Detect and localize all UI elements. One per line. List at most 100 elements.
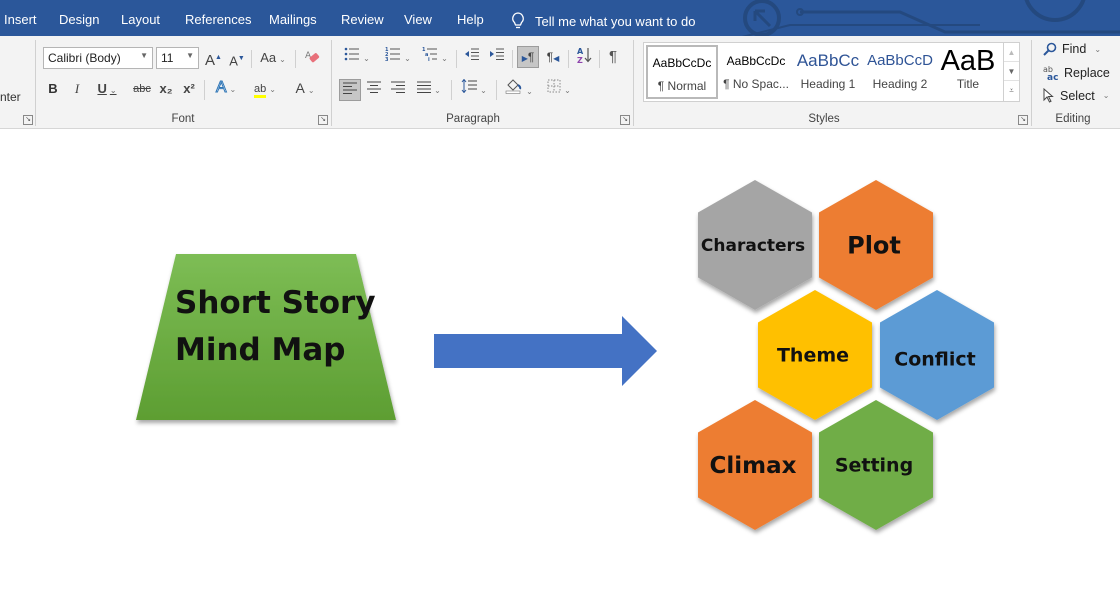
multilevel-list-icon: 1ai <box>422 47 438 63</box>
superscript-button[interactable]: x² <box>180 79 198 101</box>
svg-text:i: i <box>428 57 430 61</box>
show-hide-formatting-button[interactable]: ¶ <box>605 47 621 69</box>
hexagon-characters[interactable]: Characters <box>698 180 812 310</box>
hexagon-conflict[interactable]: Conflict <box>880 290 994 420</box>
style-normal[interactable]: AaBbCcDc ¶ Normal <box>646 45 718 99</box>
font-name-value: Calibri (Body) <box>48 51 121 65</box>
shrink-font-button[interactable]: A▼ <box>229 49 245 71</box>
justify-icon <box>417 81 432 93</box>
divider <box>295 50 296 68</box>
tab-references[interactable]: References <box>185 12 251 27</box>
strikethrough-button[interactable]: abc <box>131 79 153 101</box>
divider <box>251 50 252 68</box>
style-heading-2[interactable]: AaBbCcD Heading 2 <box>864 45 936 99</box>
divider <box>599 50 600 68</box>
style-no-spacing[interactable]: AaBbCcDc ¶ No Spac... <box>720 45 792 99</box>
tab-help[interactable]: Help <box>457 12 484 27</box>
more-styles-icon[interactable]: ⩡ <box>1004 81 1019 100</box>
multilevel-list-button[interactable]: 1 a i ⌄ <box>419 47 451 69</box>
bullets-button[interactable]: ⌄ <box>341 47 373 69</box>
background-circuit-decoration <box>741 0 1120 36</box>
ribbon-tab-bar: Insert Design Layout References Mailings… <box>0 0 1120 36</box>
style-heading-1[interactable]: AaBbCc Heading 1 <box>792 45 864 99</box>
hexagon-label: Plot <box>847 231 901 259</box>
font-group-label: Font <box>171 113 195 125</box>
underline-button[interactable]: U ⌄ <box>93 79 121 101</box>
highlighter-icon: ab <box>254 83 267 98</box>
align-left-button[interactable] <box>339 79 361 101</box>
tab-design[interactable]: Design <box>59 12 99 27</box>
style-name: ¶ Normal <box>657 79 707 93</box>
divider <box>456 50 457 68</box>
align-right-button[interactable] <box>389 79 407 101</box>
tab-insert[interactable]: Insert <box>4 12 37 27</box>
shading-button[interactable]: ⌄ <box>502 78 536 100</box>
clipboard-dialog-launcher-icon[interactable]: ↘ <box>23 115 33 125</box>
smartart-drawing: Short Story Mind Map Characters Plot Theme… <box>136 180 994 530</box>
highlight-color-button[interactable]: ab ⌄ <box>249 78 281 100</box>
text-effects-button[interactable]: A ⌄ <box>211 78 241 100</box>
hexagon-plot[interactable]: Plot <box>819 180 933 310</box>
numbered-list-icon: 123 <box>385 47 401 63</box>
document-canvas[interactable]: Short Story Mind Map Characters Plot Theme… <box>0 130 1120 594</box>
hexagon-climax[interactable]: Climax <box>698 400 812 530</box>
find-button[interactable]: Find ⌄ <box>1043 42 1101 56</box>
style-preview: AaBbCcDc <box>652 56 712 70</box>
chevron-down-icon: ▼ <box>186 51 194 60</box>
font-name-combobox[interactable]: Calibri (Body) ▼ <box>43 47 153 69</box>
italic-button[interactable]: I <box>69 79 85 101</box>
decrease-indent-button[interactable] <box>462 47 482 69</box>
sort-az-icon: AZ <box>577 47 592 65</box>
subscript-button[interactable]: x₂ <box>157 79 175 101</box>
change-case-button[interactable]: Aa ⌄ <box>257 48 289 70</box>
bold-button[interactable]: B <box>45 79 61 101</box>
sort-button[interactable]: AZ <box>574 46 594 68</box>
paragraph-dialog-launcher-icon[interactable]: ↘ <box>620 115 630 125</box>
magnifier-icon <box>1043 42 1057 56</box>
font-size-combobox[interactable]: 11 ▼ <box>156 47 199 69</box>
hexagon-label: Conflict <box>894 349 975 371</box>
numbering-button[interactable]: 1 2 3 ⌄ <box>382 47 414 69</box>
hexagon-theme[interactable]: Theme <box>758 290 872 420</box>
style-name: ¶ No Spac... <box>723 77 789 91</box>
paragraph-group-label: Paragraph <box>446 113 500 125</box>
chevron-down-icon: ▼ <box>140 51 148 60</box>
align-right-icon <box>391 81 405 93</box>
replace-button[interactable]: ab ac Replace <box>1043 65 1110 81</box>
scroll-up-icon[interactable]: ▲ <box>1004 43 1019 62</box>
borders-button[interactable]: ⌄ <box>542 79 576 101</box>
tab-review[interactable]: Review <box>341 12 384 27</box>
divider <box>568 50 569 68</box>
grow-font-button[interactable]: A▲ <box>205 48 222 70</box>
title-line-2: Mind Map <box>175 332 346 368</box>
tab-mailings[interactable]: Mailings <box>269 12 317 27</box>
rtl-direction-button[interactable]: ¶◀ <box>543 47 563 69</box>
justify-button[interactable]: ⌄ <box>413 79 445 101</box>
tell-me-search[interactable]: Tell me what you want to do <box>511 12 695 30</box>
grow-font-icon: A <box>205 52 216 69</box>
tell-me-text: Tell me what you want to do <box>535 13 696 29</box>
select-label: Select <box>1060 88 1095 103</box>
scroll-down-icon[interactable]: ▼ <box>1004 62 1019 81</box>
right-arrow-shape[interactable] <box>434 316 657 386</box>
increase-indent-button[interactable] <box>487 47 507 69</box>
styles-dialog-launcher-icon[interactable]: ↘ <box>1018 115 1028 125</box>
ribbon-home: nter ↘ Calibri (Body) ▼ 11 ▼ A▲ A▼ Aa ⌄ A… <box>0 36 1120 129</box>
font-color-button[interactable]: A ⌄ <box>290 78 320 100</box>
clear-formatting-button[interactable]: A <box>303 48 321 70</box>
hexagon-setting[interactable]: Setting <box>819 400 933 530</box>
align-center-button[interactable] <box>365 79 383 101</box>
ltr-direction-button[interactable]: ▶¶ <box>517 46 539 68</box>
merge-center-partial-label[interactable]: nter <box>0 90 21 104</box>
tab-view[interactable]: View <box>404 12 432 27</box>
tab-layout[interactable]: Layout <box>121 12 160 27</box>
title-trapezoid-shape[interactable]: Short Story Mind Map <box>136 254 396 420</box>
font-dialog-launcher-icon[interactable]: ↘ <box>318 115 328 125</box>
find-label: Find <box>1062 42 1087 56</box>
line-spacing-icon <box>461 78 478 94</box>
text-effects-icon: A <box>215 79 227 97</box>
style-title[interactable]: AaB Title <box>932 45 1004 99</box>
font-color-icon: A <box>295 80 305 96</box>
select-button[interactable]: Select ⌄ <box>1043 88 1109 103</box>
line-spacing-button[interactable]: ⌄ <box>457 78 491 101</box>
